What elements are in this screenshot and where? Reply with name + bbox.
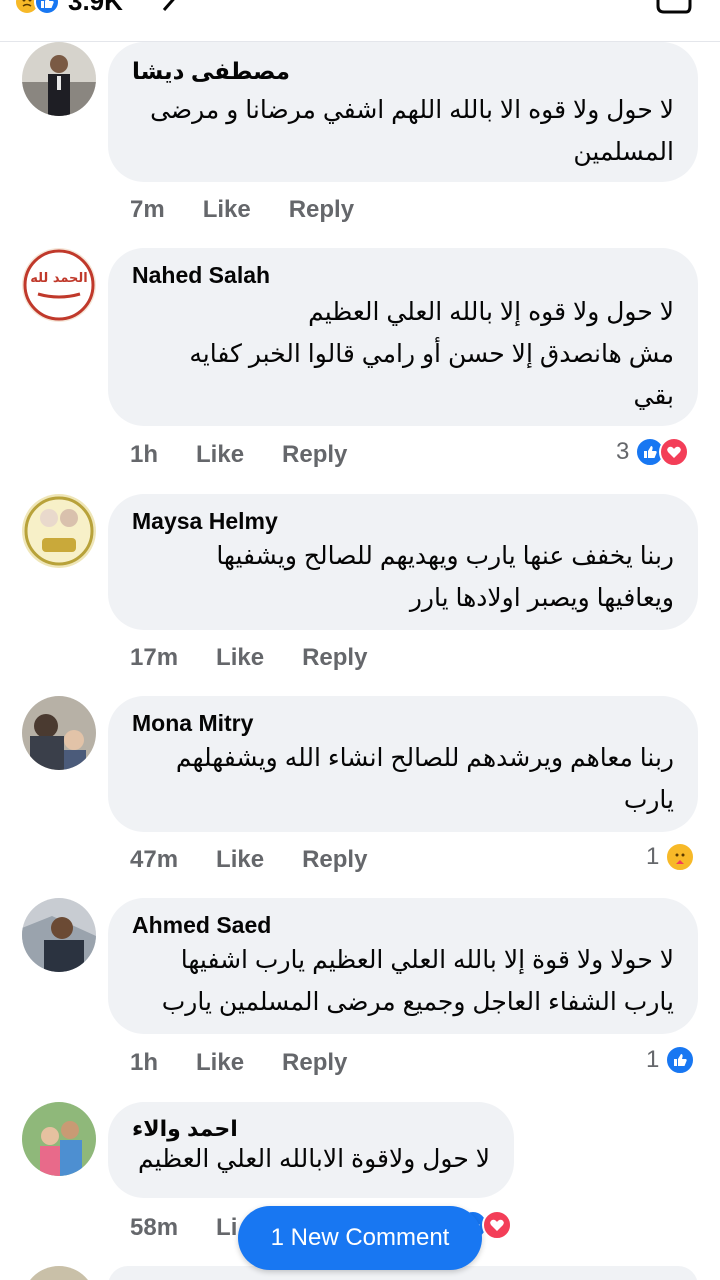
comment-actions: 7m Like Reply [130, 196, 392, 224]
like-button[interactable]: Like [216, 644, 264, 672]
comment-text: ربنا معاهم ويرشدهم للصالح انشاء الله ويش… [175, 744, 674, 814]
avatar[interactable] [22, 42, 96, 116]
comment-text: لا حول ولا قوه الا بالله اللهم اشفي مرضا… [150, 96, 674, 166]
reaction-count: 1 [646, 843, 660, 870]
comment-time: 17m [130, 644, 179, 671]
comment-text: لا حولا ولا قوة إلا بالله العلي العظيم ي… [161, 946, 674, 1016]
comment-text: لا حول ولاقوة الابالله العلي العظيم [138, 1145, 490, 1173]
avatar[interactable] [22, 696, 96, 770]
comment-actions: 1h Like Reply [130, 441, 385, 469]
comment-bubble: Nahed Salah لا حول ولا قوه إلا بالله الع… [108, 248, 698, 426]
comment-time: 47m [130, 846, 179, 873]
avatar[interactable] [22, 1102, 96, 1176]
comment-author[interactable]: Ahmed Saed [132, 912, 674, 939]
comment-author[interactable]: Mona Mitry [132, 710, 674, 737]
comment-author[interactable]: مصطفى ديشا [132, 58, 292, 85]
like-button[interactable]: Li [216, 1214, 237, 1242]
avatar-text: الحمد لله [30, 271, 88, 286]
avatar[interactable] [22, 1266, 96, 1280]
comment-reactions[interactable]: 1 [646, 842, 696, 872]
reaction-count: 3.9K [68, 0, 123, 16]
like-button[interactable]: Like [203, 196, 251, 224]
care-reaction-icon [665, 842, 696, 872]
comment-text: لا حول ولا قوه إلا بالله العلي العظيم مش… [189, 298, 674, 410]
reply-button[interactable]: Reply [282, 1049, 347, 1077]
reactions-summary[interactable]: 3.9K [14, 0, 123, 17]
chevron-icon[interactable] [158, 0, 188, 14]
comment-reactions[interactable]: 3 [616, 437, 690, 467]
reaction-count: 3 [616, 438, 630, 465]
comment-bubble: احمد والاء لا حول ولاقوة الابالله العلي … [108, 1102, 514, 1198]
like-button[interactable]: Like [216, 846, 264, 874]
comment-time: 1h [130, 441, 159, 468]
like-button[interactable]: Like [196, 441, 244, 469]
like-reaction-icon [34, 0, 60, 15]
avatar[interactable] [22, 494, 96, 568]
love-reaction-icon [659, 437, 690, 467]
reply-button[interactable]: Reply [282, 441, 347, 469]
reply-button[interactable]: Reply [289, 196, 354, 224]
comment-bubble: مصطفى ديشا لا حول ولا قوه الا بالله الله… [108, 42, 698, 182]
comment-author[interactable]: Maysa Helmy [132, 508, 674, 535]
reactions-header: 3.9K [0, 0, 720, 42]
comment-time: 7m [130, 196, 165, 223]
avatar[interactable]: الحمد لله [22, 248, 96, 322]
comment-actions: 1h Like Reply [130, 1049, 385, 1077]
comment-text: ربنا يخفف عنها يارب ويهديهم للصالح ويشفي… [216, 542, 674, 612]
love-reaction-icon [482, 1210, 512, 1240]
reply-button[interactable]: Reply [302, 846, 367, 874]
reply-button[interactable]: Reply [302, 644, 367, 672]
comment-bubble: Mona Mitry ربنا معاهم ويرشدهم للصالح انش… [108, 696, 698, 832]
avatar[interactable] [22, 898, 96, 972]
comment-bubble: Maysa Helmy ربنا يخفف عنها يارب ويهديهم … [108, 494, 698, 630]
comment-time: 1h [130, 1049, 159, 1076]
comment-bubble: Ahmed Saed لا حولا ولا قوة إلا بالله الع… [108, 898, 698, 1034]
like-button[interactable]: Like [196, 1049, 244, 1077]
comment-actions: 47m Like Reply [130, 846, 405, 874]
new-comment-button[interactable]: 1 New Comment [238, 1206, 482, 1270]
comment-time: 58m [130, 1214, 179, 1241]
comment-author[interactable]: Nahed Salah [132, 262, 674, 289]
reaction-count: 1 [646, 1046, 660, 1073]
comment-reactions[interactable]: 1 [646, 1045, 696, 1075]
comment-actions: 17m Like Reply [130, 644, 405, 672]
share-icon[interactable] [654, 0, 694, 16]
like-reaction-icon [665, 1045, 696, 1075]
